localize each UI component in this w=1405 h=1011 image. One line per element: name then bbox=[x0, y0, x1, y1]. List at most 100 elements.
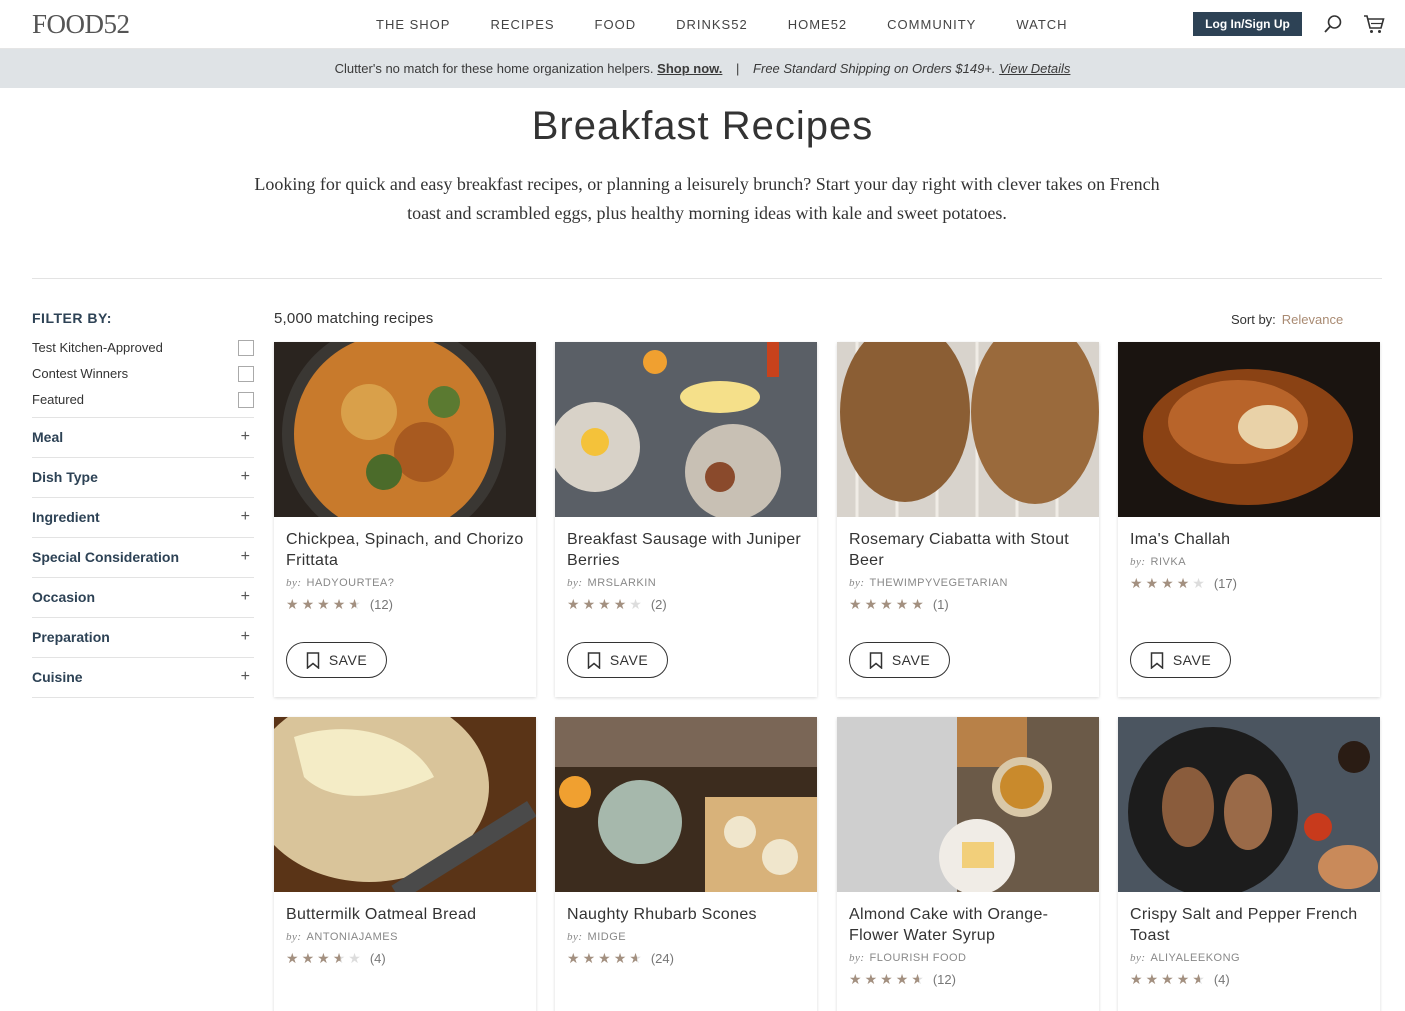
filter-featured[interactable]: Featured bbox=[32, 392, 254, 412]
star-icon: ★ bbox=[1192, 971, 1208, 987]
plus-icon[interactable]: + bbox=[241, 498, 250, 536]
recipe-title[interactable]: Crispy Salt and Pepper French Toast bbox=[1130, 904, 1368, 946]
plus-icon[interactable]: + bbox=[241, 618, 250, 656]
plus-icon[interactable]: + bbox=[241, 658, 250, 696]
recipe-card-body: Almond Cake with Orange-Flower Water Syr… bbox=[837, 892, 1099, 988]
star-rating-icon: ★★★★★ bbox=[286, 596, 364, 612]
recipe-title[interactable]: Almond Cake with Orange-Flower Water Syr… bbox=[849, 904, 1087, 946]
recipe-photo[interactable] bbox=[555, 342, 817, 517]
recipe-author[interactable]: by: FLOURISH FOOD bbox=[849, 952, 1087, 964]
checkbox[interactable] bbox=[238, 392, 254, 408]
facet-dish-type[interactable]: Dish Type + bbox=[32, 457, 254, 497]
star-icon: ★ bbox=[348, 596, 364, 612]
bookmark-icon bbox=[587, 651, 601, 669]
save-button[interactable]: SAVE bbox=[849, 642, 950, 678]
recipe-card[interactable]: Rosemary Ciabatta with Stout Beer by: THEW… bbox=[837, 342, 1099, 697]
save-label: SAVE bbox=[328, 652, 368, 668]
recipe-author[interactable]: by: MIDGE bbox=[567, 931, 805, 943]
recipe-author[interactable]: by: THEWIMPYVEGETARIAN bbox=[849, 577, 1087, 589]
facet-ingredient[interactable]: Ingredient + bbox=[32, 497, 254, 537]
save-button[interactable]: SAVE bbox=[567, 642, 668, 678]
filter-test-kitchen-approved[interactable]: Test Kitchen-Approved bbox=[32, 340, 254, 360]
recipe-photo[interactable] bbox=[274, 342, 536, 517]
cart-icon[interactable] bbox=[1363, 13, 1385, 35]
recipe-card[interactable]: Chickpea, Spinach, and Chorizo Frittata b… bbox=[274, 342, 536, 697]
star-icon: ★ bbox=[613, 950, 630, 966]
recipe-rating: ★★★★★ (4) bbox=[1130, 971, 1368, 988]
review-count: (12) bbox=[932, 972, 956, 987]
promo-shop-now-link[interactable]: Shop now. bbox=[657, 61, 722, 76]
checkbox[interactable] bbox=[238, 340, 254, 356]
nav-home52[interactable]: HOME52 bbox=[788, 17, 847, 32]
recipe-card[interactable]: Ima's Challah by: RIVKA ★★★★★ (17) SAVE bbox=[1118, 342, 1380, 697]
recipe-author[interactable]: by: MRSLARKIN bbox=[567, 577, 805, 589]
star-icon: ★ bbox=[1176, 971, 1193, 987]
promo-separator: | bbox=[736, 61, 740, 76]
recipe-title[interactable]: Breakfast Sausage with Juniper Berries bbox=[567, 529, 805, 571]
recipe-title[interactable]: Chickpea, Spinach, and Chorizo Frittata bbox=[286, 529, 524, 571]
view-details-link[interactable]: View Details bbox=[999, 61, 1070, 76]
filter-label: Featured bbox=[32, 392, 85, 407]
star-rating-icon: ★★★★★ bbox=[1130, 971, 1208, 987]
filter-contest-winners[interactable]: Contest Winners bbox=[32, 366, 254, 386]
sort-value[interactable]: Relevance bbox=[1282, 312, 1343, 327]
recipe-photo[interactable] bbox=[274, 717, 536, 892]
main-nav: THE SHOP RECIPES FOOD DRINKS52 HOME52 CO… bbox=[356, 17, 1088, 32]
section-divider bbox=[32, 278, 1382, 279]
plus-icon[interactable]: + bbox=[241, 538, 250, 576]
recipe-card-body: Naughty Rhubarb Scones by: MIDGE ★★★★★ (24) bbox=[555, 892, 817, 967]
recipe-photo[interactable] bbox=[837, 342, 1099, 517]
bookmark-icon bbox=[306, 651, 320, 669]
star-icon: ★ bbox=[911, 596, 927, 612]
facet-cuisine[interactable]: Cuisine + bbox=[32, 657, 254, 697]
recipe-title[interactable]: Ima's Challah bbox=[1130, 529, 1368, 550]
recipe-author[interactable]: by: ANTONIAJAMES bbox=[286, 931, 524, 943]
recipe-photo[interactable] bbox=[1118, 717, 1380, 892]
recipe-card[interactable]: Crispy Salt and Pepper French Toast by: AL… bbox=[1118, 717, 1380, 1011]
star-icon: ★ bbox=[895, 596, 912, 612]
recipe-author[interactable]: by: HADYOURTEA? bbox=[286, 577, 524, 589]
plus-icon[interactable]: + bbox=[241, 418, 250, 456]
star-icon: ★ bbox=[582, 950, 599, 966]
checkbox[interactable] bbox=[238, 366, 254, 382]
food52-logo[interactable]: FOOD52 bbox=[32, 9, 130, 40]
bookmark-icon bbox=[869, 651, 883, 669]
nav-drinks52[interactable]: DRINKS52 bbox=[676, 17, 748, 32]
facet-meal[interactable]: Meal + bbox=[32, 417, 254, 457]
recipe-photo[interactable] bbox=[837, 717, 1099, 892]
star-icon: ★ bbox=[1130, 575, 1146, 591]
plus-icon[interactable]: + bbox=[241, 458, 250, 496]
star-icon: ★ bbox=[301, 950, 318, 966]
sort-control[interactable]: Sort by: Relevance bbox=[1231, 312, 1343, 327]
nav-community[interactable]: COMMUNITY bbox=[887, 17, 976, 32]
recipe-rating: ★★★★★ (12) bbox=[286, 596, 524, 613]
star-icon: ★ bbox=[613, 596, 630, 612]
recipe-card[interactable]: Naughty Rhubarb Scones by: MIDGE ★★★★★ (24) bbox=[555, 717, 817, 1011]
facet-special-consideration[interactable]: Special Consideration + bbox=[32, 537, 254, 577]
nav-food[interactable]: FOOD bbox=[595, 17, 637, 32]
star-icon: ★ bbox=[567, 950, 583, 966]
nav-the-shop[interactable]: THE SHOP bbox=[376, 17, 450, 32]
save-button[interactable]: SAVE bbox=[1130, 642, 1231, 678]
recipe-photo[interactable] bbox=[555, 717, 817, 892]
login-signup-button[interactable]: Log In/Sign Up bbox=[1193, 12, 1302, 36]
recipe-title[interactable]: Buttermilk Oatmeal Bread bbox=[286, 904, 524, 925]
recipe-card-body: Buttermilk Oatmeal Bread by: ANTONIAJAMES ★… bbox=[274, 892, 536, 967]
plus-icon[interactable]: + bbox=[241, 578, 250, 616]
recipe-card[interactable]: Buttermilk Oatmeal Bread by: ANTONIAJAMES ★… bbox=[274, 717, 536, 1011]
recipe-title[interactable]: Rosemary Ciabatta with Stout Beer bbox=[849, 529, 1087, 571]
star-rating-icon: ★★★★★ bbox=[1130, 575, 1208, 591]
recipe-card[interactable]: Breakfast Sausage with Juniper Berries by… bbox=[555, 342, 817, 697]
recipe-author[interactable]: by: ALIYALEEKONG bbox=[1130, 952, 1368, 964]
nav-watch[interactable]: WATCH bbox=[1016, 17, 1067, 32]
by-prefix: by: bbox=[1130, 952, 1146, 964]
search-icon[interactable] bbox=[1323, 14, 1343, 34]
save-button[interactable]: SAVE bbox=[286, 642, 387, 678]
recipe-photo[interactable] bbox=[1118, 342, 1380, 517]
nav-recipes[interactable]: RECIPES bbox=[490, 17, 554, 32]
recipe-card[interactable]: Almond Cake with Orange-Flower Water Syr… bbox=[837, 717, 1099, 1011]
recipe-author[interactable]: by: RIVKA bbox=[1130, 556, 1368, 568]
facet-occasion[interactable]: Occasion + bbox=[32, 577, 254, 617]
facet-preparation[interactable]: Preparation + bbox=[32, 617, 254, 657]
recipe-title[interactable]: Naughty Rhubarb Scones bbox=[567, 904, 805, 925]
